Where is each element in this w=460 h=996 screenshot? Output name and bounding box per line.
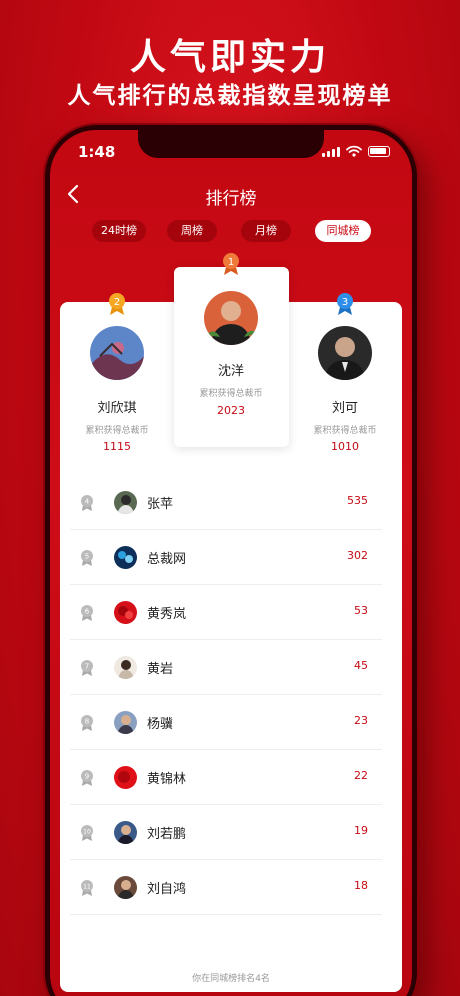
podium-value-second: 1115 [103, 440, 131, 453]
svg-text:7: 7 [85, 663, 89, 671]
app-screen: 1:48 排行榜 24时榜 周榜 月榜 同城榜 2 刘欣琪 累积获得总裁币 11… [50, 130, 412, 996]
list-item[interactable]: 7 黄岩 45 [70, 640, 382, 695]
avatar [114, 601, 137, 624]
battery-icon [368, 146, 390, 157]
rank-1-label: 1 [228, 257, 234, 268]
signal-icon [322, 147, 340, 157]
page-title: 排行榜 [205, 189, 257, 209]
rank-badge-icon: 8 [81, 715, 93, 731]
svg-text:10: 10 [83, 829, 91, 836]
list-item[interactable]: 11 刘自鸿 18 [70, 860, 382, 915]
tab-24h[interactable]: 24时榜 [92, 220, 146, 242]
list-item-value: 23 [354, 714, 368, 727]
list-item[interactable]: 5 总裁网 302 [70, 530, 382, 585]
list-item-name: 刘若鹏 [147, 827, 187, 842]
svg-text:4: 4 [85, 498, 90, 506]
rank-badge-icon: 11 [81, 880, 93, 896]
list-item[interactable]: 9 黄锦林 22 [70, 750, 382, 805]
avatar[interactable] [90, 326, 144, 380]
rank-3-label: 3 [342, 297, 348, 308]
list-item-name: 黄岩 [147, 662, 174, 677]
rank-badge-icon: 9 [81, 770, 93, 786]
list-item-value: 22 [354, 769, 368, 782]
medal-icon-first: 1 [223, 253, 239, 275]
avatar [114, 876, 137, 899]
podium-name-first: 沈洋 [217, 364, 244, 379]
podium-name-second: 刘欣琪 [97, 401, 137, 416]
phone-notch [138, 130, 324, 158]
svg-text:11: 11 [83, 884, 91, 891]
podium-coin-label: 累积获得总裁币 [199, 389, 263, 399]
svg-text:6: 6 [85, 608, 90, 616]
list-item-value: 19 [354, 824, 368, 837]
list-item-name: 杨骥 [147, 717, 174, 732]
list-item[interactable]: 8 杨骥 23 [70, 695, 382, 750]
avatar[interactable] [318, 326, 372, 380]
list-item[interactable]: 6 黄秀岚 53 [70, 585, 382, 640]
list-item-value: 53 [354, 604, 368, 617]
list-item-name: 黄秀岚 [147, 607, 187, 622]
rank-badge-icon: 4 [81, 495, 93, 511]
list-item-value: 302 [347, 549, 368, 562]
list-item[interactable]: 10 刘若鹏 19 [70, 805, 382, 860]
rank-footer-note: 你在同城榜排名4名 [192, 974, 270, 984]
rank-badge-icon: 5 [81, 550, 93, 566]
phone-frame: 1:48 排行榜 24时榜 周榜 月榜 同城榜 2 刘欣琪 累积获得总裁币 11… [45, 125, 417, 996]
promo-headline: 人气即实力 [129, 37, 330, 78]
avatar [114, 821, 137, 844]
rank-badge-icon: 6 [81, 605, 93, 621]
tab-local[interactable]: 同城榜 [315, 220, 371, 242]
wifi-icon [346, 145, 362, 157]
rank-2-label: 2 [114, 297, 120, 308]
list-item-name: 刘自鸿 [147, 882, 187, 897]
tab-weekly[interactable]: 周榜 [167, 220, 217, 242]
first-place-card: 1 沈洋 累积获得总裁币 2023 [174, 253, 289, 447]
status-icons [322, 145, 390, 157]
avatar [114, 656, 137, 679]
list-item-value: 45 [354, 659, 368, 672]
podium-name-third: 刘可 [331, 401, 358, 416]
list-item-name: 张苹 [147, 497, 174, 512]
promo-subheadline: 人气排行的总裁指数呈现榜单 [67, 83, 393, 109]
svg-text:5: 5 [85, 553, 89, 561]
medal-icon-third: 3 [337, 293, 353, 315]
svg-text:9: 9 [85, 773, 89, 781]
status-time: 1:48 [78, 143, 116, 161]
rank-badge-icon: 10 [81, 825, 93, 841]
podium-value-first: 2023 [217, 404, 245, 417]
list-item-name: 总裁网 [147, 552, 187, 567]
podium-coin-label: 累积获得总裁币 [85, 426, 149, 436]
rank-badge-icon: 7 [81, 660, 93, 676]
podium-coin-label: 累积获得总裁币 [313, 426, 377, 436]
svg-text:8: 8 [85, 718, 89, 726]
avatar [114, 711, 137, 734]
ranking-tabs: 24时榜 周榜 月榜 同城榜 [50, 220, 412, 242]
avatar[interactable] [204, 291, 258, 345]
avatar [114, 766, 137, 789]
list-item-value: 18 [354, 879, 368, 892]
medal-icon-second: 2 [109, 293, 125, 315]
avatar [114, 491, 137, 514]
list-item-value: 535 [347, 494, 368, 507]
list-item[interactable]: 4 张苹 535 [70, 475, 382, 530]
list-item-name: 黄锦林 [147, 772, 187, 787]
podium-value-third: 1010 [331, 440, 359, 453]
tab-monthly[interactable]: 月榜 [241, 220, 291, 242]
avatar [114, 546, 137, 569]
